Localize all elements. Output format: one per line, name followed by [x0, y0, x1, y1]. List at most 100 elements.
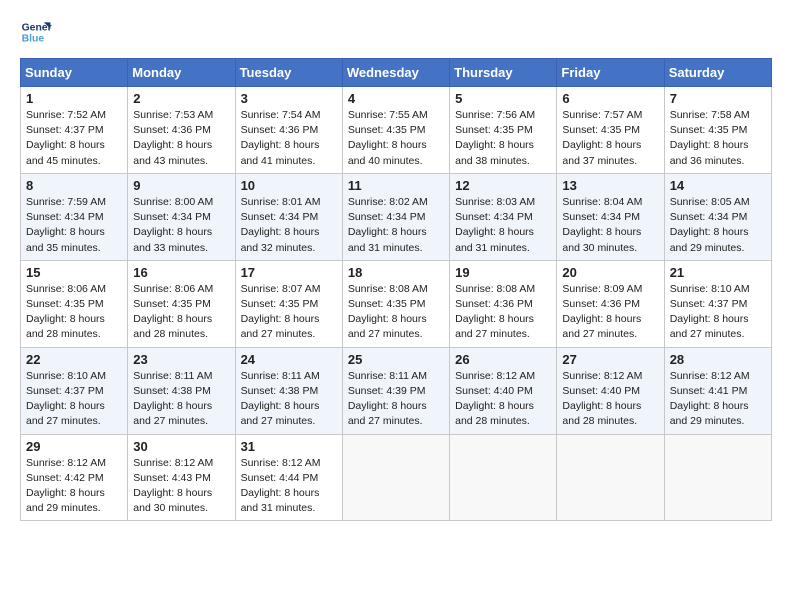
- cell-content: Sunrise: 8:00 AM Sunset: 4:34 PM Dayligh…: [133, 195, 229, 256]
- calendar-table: SundayMondayTuesdayWednesdayThursdayFrid…: [20, 58, 772, 521]
- daylight-label: Daylight: 8 hours and 36 minutes.: [670, 139, 749, 166]
- sunset-label: Sunset: 4:35 PM: [562, 124, 640, 136]
- sunset-label: Sunset: 4:35 PM: [241, 298, 319, 310]
- daylight-label: Daylight: 8 hours and 29 minutes.: [670, 226, 749, 253]
- cell-content: Sunrise: 8:02 AM Sunset: 4:34 PM Dayligh…: [348, 195, 444, 256]
- cell-content: Sunrise: 7:54 AM Sunset: 4:36 PM Dayligh…: [241, 108, 337, 169]
- logo: General Blue: [20, 16, 56, 48]
- daylight-label: Daylight: 8 hours and 27 minutes.: [348, 400, 427, 427]
- calendar-cell: 10 Sunrise: 8:01 AM Sunset: 4:34 PM Dayl…: [235, 173, 342, 260]
- cell-content: Sunrise: 8:09 AM Sunset: 4:36 PM Dayligh…: [562, 282, 658, 343]
- day-number: 13: [562, 178, 658, 193]
- week-row-5: 29 Sunrise: 8:12 AM Sunset: 4:42 PM Dayl…: [21, 434, 772, 521]
- calendar-cell: 9 Sunrise: 8:00 AM Sunset: 4:34 PM Dayli…: [128, 173, 235, 260]
- calendar-cell: 17 Sunrise: 8:07 AM Sunset: 4:35 PM Dayl…: [235, 260, 342, 347]
- cell-content: Sunrise: 7:59 AM Sunset: 4:34 PM Dayligh…: [26, 195, 122, 256]
- cell-content: Sunrise: 8:07 AM Sunset: 4:35 PM Dayligh…: [241, 282, 337, 343]
- sunset-label: Sunset: 4:37 PM: [26, 124, 104, 136]
- day-number: 23: [133, 352, 229, 367]
- page-header: General Blue: [20, 16, 772, 48]
- sunrise-label: Sunrise: 7:56 AM: [455, 109, 535, 121]
- sunrise-label: Sunrise: 8:11 AM: [348, 370, 427, 382]
- sunrise-label: Sunrise: 8:09 AM: [562, 283, 642, 295]
- calendar-cell: 26 Sunrise: 8:12 AM Sunset: 4:40 PM Dayl…: [450, 347, 557, 434]
- sunset-label: Sunset: 4:36 PM: [562, 298, 640, 310]
- calendar-cell: 28 Sunrise: 8:12 AM Sunset: 4:41 PM Dayl…: [664, 347, 771, 434]
- daylight-label: Daylight: 8 hours and 38 minutes.: [455, 139, 534, 166]
- calendar-cell: 20 Sunrise: 8:09 AM Sunset: 4:36 PM Dayl…: [557, 260, 664, 347]
- cell-content: Sunrise: 8:01 AM Sunset: 4:34 PM Dayligh…: [241, 195, 337, 256]
- sunset-label: Sunset: 4:35 PM: [670, 124, 748, 136]
- daylight-label: Daylight: 8 hours and 45 minutes.: [26, 139, 105, 166]
- daylight-label: Daylight: 8 hours and 40 minutes.: [348, 139, 427, 166]
- calendar-cell: [342, 434, 449, 521]
- cell-content: Sunrise: 8:12 AM Sunset: 4:40 PM Dayligh…: [562, 369, 658, 430]
- sunset-label: Sunset: 4:34 PM: [670, 211, 748, 223]
- daylight-label: Daylight: 8 hours and 37 minutes.: [562, 139, 641, 166]
- calendar-cell: 21 Sunrise: 8:10 AM Sunset: 4:37 PM Dayl…: [664, 260, 771, 347]
- day-number: 7: [670, 91, 766, 106]
- sunrise-label: Sunrise: 8:02 AM: [348, 196, 428, 208]
- sunrise-label: Sunrise: 8:06 AM: [133, 283, 213, 295]
- sunrise-label: Sunrise: 8:12 AM: [562, 370, 642, 382]
- logo-icon: General Blue: [20, 16, 52, 48]
- day-number: 12: [455, 178, 551, 193]
- calendar-cell: [664, 434, 771, 521]
- sunset-label: Sunset: 4:34 PM: [562, 211, 640, 223]
- header-monday: Monday: [128, 59, 235, 87]
- day-number: 31: [241, 439, 337, 454]
- sunset-label: Sunset: 4:42 PM: [26, 472, 104, 484]
- daylight-label: Daylight: 8 hours and 43 minutes.: [133, 139, 212, 166]
- sunset-label: Sunset: 4:35 PM: [348, 298, 426, 310]
- calendar-cell: 30 Sunrise: 8:12 AM Sunset: 4:43 PM Dayl…: [128, 434, 235, 521]
- day-number: 14: [670, 178, 766, 193]
- sunset-label: Sunset: 4:36 PM: [455, 298, 533, 310]
- sunset-label: Sunset: 4:38 PM: [133, 385, 211, 397]
- daylight-label: Daylight: 8 hours and 35 minutes.: [26, 226, 105, 253]
- sunrise-label: Sunrise: 8:05 AM: [670, 196, 750, 208]
- calendar-cell: 16 Sunrise: 8:06 AM Sunset: 4:35 PM Dayl…: [128, 260, 235, 347]
- calendar-cell: 14 Sunrise: 8:05 AM Sunset: 4:34 PM Dayl…: [664, 173, 771, 260]
- sunrise-label: Sunrise: 8:03 AM: [455, 196, 535, 208]
- sunset-label: Sunset: 4:36 PM: [241, 124, 319, 136]
- sunrise-label: Sunrise: 7:59 AM: [26, 196, 106, 208]
- daylight-label: Daylight: 8 hours and 28 minutes.: [26, 313, 105, 340]
- cell-content: Sunrise: 8:12 AM Sunset: 4:41 PM Dayligh…: [670, 369, 766, 430]
- cell-content: Sunrise: 7:55 AM Sunset: 4:35 PM Dayligh…: [348, 108, 444, 169]
- day-number: 30: [133, 439, 229, 454]
- day-number: 2: [133, 91, 229, 106]
- calendar-cell: 22 Sunrise: 8:10 AM Sunset: 4:37 PM Dayl…: [21, 347, 128, 434]
- day-number: 27: [562, 352, 658, 367]
- day-number: 11: [348, 178, 444, 193]
- cell-content: Sunrise: 8:03 AM Sunset: 4:34 PM Dayligh…: [455, 195, 551, 256]
- day-number: 9: [133, 178, 229, 193]
- cell-content: Sunrise: 8:06 AM Sunset: 4:35 PM Dayligh…: [133, 282, 229, 343]
- sunrise-label: Sunrise: 7:55 AM: [348, 109, 428, 121]
- cell-content: Sunrise: 8:12 AM Sunset: 4:44 PM Dayligh…: [241, 456, 337, 517]
- header-friday: Friday: [557, 59, 664, 87]
- daylight-label: Daylight: 8 hours and 30 minutes.: [562, 226, 641, 253]
- daylight-label: Daylight: 8 hours and 27 minutes.: [241, 400, 320, 427]
- cell-content: Sunrise: 8:10 AM Sunset: 4:37 PM Dayligh…: [670, 282, 766, 343]
- sunset-label: Sunset: 4:40 PM: [455, 385, 533, 397]
- sunset-label: Sunset: 4:34 PM: [455, 211, 533, 223]
- daylight-label: Daylight: 8 hours and 27 minutes.: [455, 313, 534, 340]
- sunrise-label: Sunrise: 8:12 AM: [670, 370, 750, 382]
- week-row-2: 8 Sunrise: 7:59 AM Sunset: 4:34 PM Dayli…: [21, 173, 772, 260]
- day-number: 15: [26, 265, 122, 280]
- sunset-label: Sunset: 4:43 PM: [133, 472, 211, 484]
- sunset-label: Sunset: 4:35 PM: [348, 124, 426, 136]
- day-number: 25: [348, 352, 444, 367]
- header-tuesday: Tuesday: [235, 59, 342, 87]
- calendar-cell: 5 Sunrise: 7:56 AM Sunset: 4:35 PM Dayli…: [450, 87, 557, 174]
- header-wednesday: Wednesday: [342, 59, 449, 87]
- cell-content: Sunrise: 8:10 AM Sunset: 4:37 PM Dayligh…: [26, 369, 122, 430]
- calendar-cell: 6 Sunrise: 7:57 AM Sunset: 4:35 PM Dayli…: [557, 87, 664, 174]
- header-saturday: Saturday: [664, 59, 771, 87]
- cell-content: Sunrise: 8:05 AM Sunset: 4:34 PM Dayligh…: [670, 195, 766, 256]
- sunrise-label: Sunrise: 8:11 AM: [133, 370, 212, 382]
- cell-content: Sunrise: 8:12 AM Sunset: 4:42 PM Dayligh…: [26, 456, 122, 517]
- daylight-label: Daylight: 8 hours and 29 minutes.: [26, 487, 105, 514]
- calendar-cell: 4 Sunrise: 7:55 AM Sunset: 4:35 PM Dayli…: [342, 87, 449, 174]
- cell-content: Sunrise: 7:57 AM Sunset: 4:35 PM Dayligh…: [562, 108, 658, 169]
